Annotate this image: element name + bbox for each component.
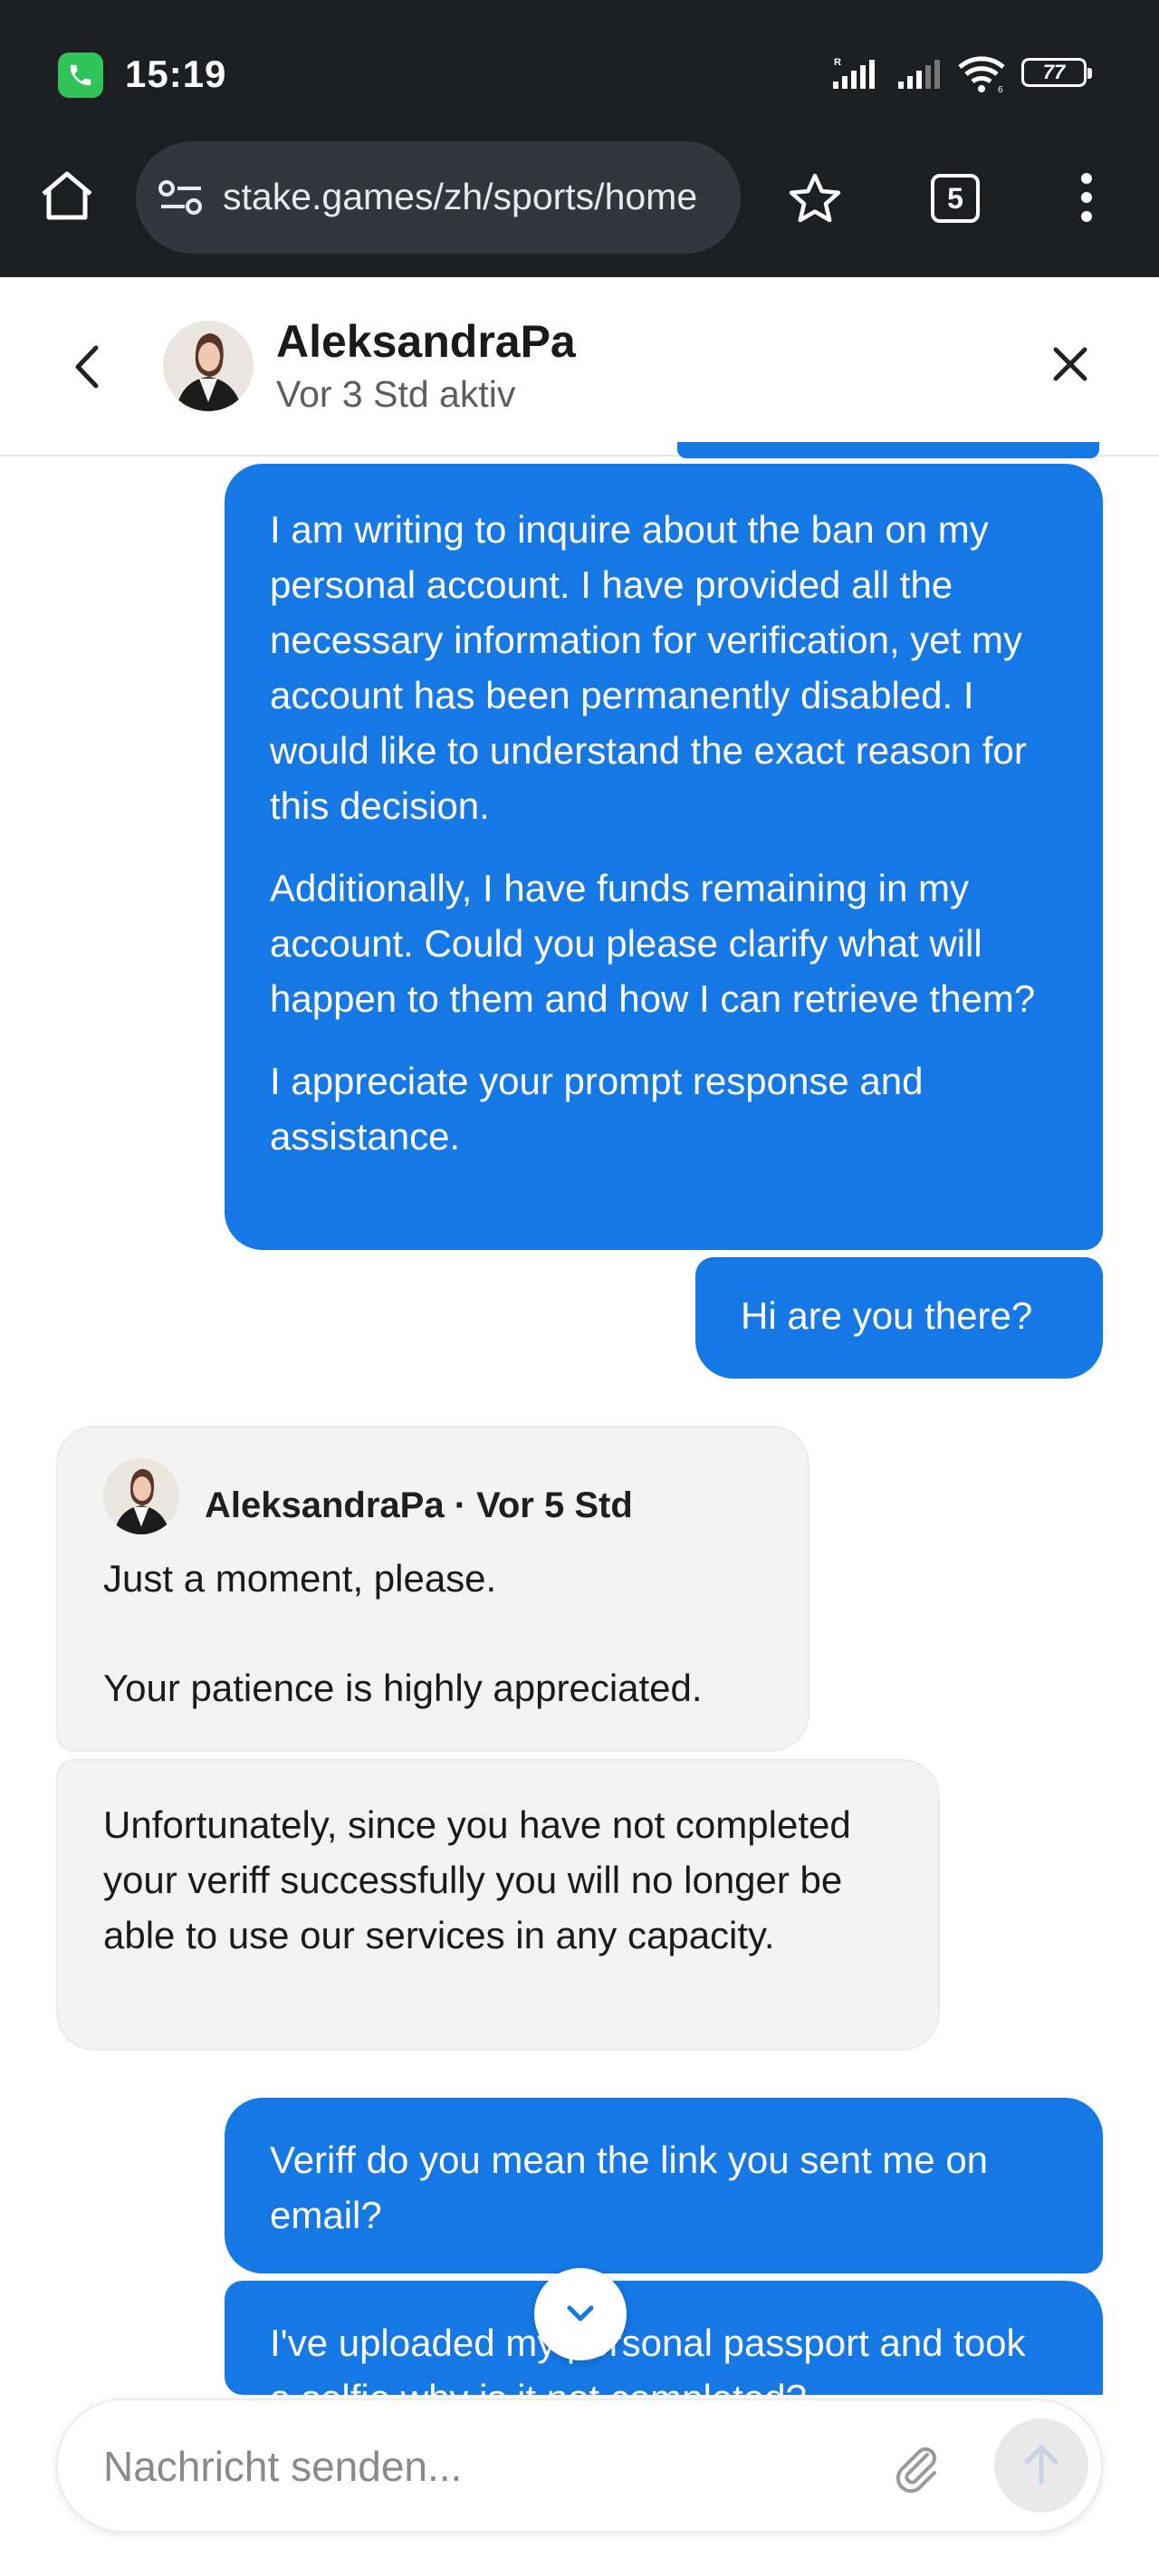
status-bar: 15:19 R 6 77 [0, 0, 1159, 145]
message-text: Just a moment, please. [103, 1557, 497, 1600]
message-text: I appreciate your prompt response and as… [270, 1060, 924, 1158]
message-input[interactable] [101, 2438, 884, 2494]
message-bubble-incoming: AleksandraPa · Vor 5 Std Just a moment, … [56, 1426, 809, 1752]
agent-name: AleksandraPa [276, 316, 576, 367]
send-button[interactable] [994, 2418, 1088, 2513]
message-text: I've uploaded my personal passport and t… [270, 2321, 1026, 2395]
message-bubble-outgoing [677, 442, 1099, 458]
message-text: Veriff do you mean the link you sent me … [270, 2139, 989, 2236]
wifi-icon: 6 [958, 56, 1005, 94]
message-bubble-outgoing: Veriff do you mean the link you sent me … [225, 2098, 1103, 2273]
scroll-down-button[interactable] [534, 2268, 627, 2360]
message-text: Your patience is highly appreciated. [103, 1667, 703, 1709]
arrow-up-icon [1024, 2445, 1058, 2485]
chevron-down-icon [567, 2305, 594, 2321]
message-bubble-outgoing: I am writing to inquire about the ban on… [225, 464, 1103, 1250]
avatar [163, 321, 254, 411]
tabs-icon[interactable]: 5 [931, 174, 980, 223]
menu-icon[interactable] [1078, 172, 1096, 223]
url-text: stake.games/zh/sports/home [223, 176, 698, 217]
signal-icon [898, 60, 940, 89]
avatar [103, 1458, 179, 1534]
message-time: Vor 5 Std [476, 1485, 633, 1525]
site-settings-icon[interactable] [158, 179, 205, 216]
separator-dot: · [454, 1485, 477, 1525]
signal-icon: R [833, 57, 875, 89]
agent-status: Vor 3 Std aktiv [276, 373, 516, 415]
svg-text:6: 6 [998, 85, 1003, 94]
message-text: Additionally, I have funds remaining in … [270, 867, 1036, 1020]
address-bar[interactable]: stake.games/zh/sports/home [136, 141, 741, 254]
chat-header: AleksandraPa Vor 3 Std aktiv [0, 277, 1159, 457]
home-icon[interactable] [38, 168, 96, 223]
battery-icon: 77 [1021, 58, 1092, 87]
message-bubble-outgoing: Hi are you there? [695, 1257, 1103, 1379]
close-icon[interactable] [1050, 344, 1090, 384]
message-bubble-incoming: Unfortunately, since you have not comple… [56, 1759, 940, 2051]
svg-text:R: R [834, 57, 841, 68]
star-icon[interactable] [788, 172, 842, 225]
back-icon[interactable] [71, 342, 103, 391]
message-bubble-outgoing: I've uploaded my personal passport and t… [225, 2281, 1103, 2395]
message-composer [56, 2398, 1103, 2533]
message-text: Hi are you there? [741, 1294, 1033, 1337]
clock: 15:19 [125, 53, 227, 95]
call-icon [58, 53, 103, 98]
attach-icon[interactable] [891, 2442, 942, 2493]
message-text: I am writing to inquire about the ban on… [270, 508, 1027, 827]
sender-name: AleksandraPa [205, 1485, 445, 1525]
message-text: Unfortunately, since you have not comple… [103, 1803, 851, 1956]
